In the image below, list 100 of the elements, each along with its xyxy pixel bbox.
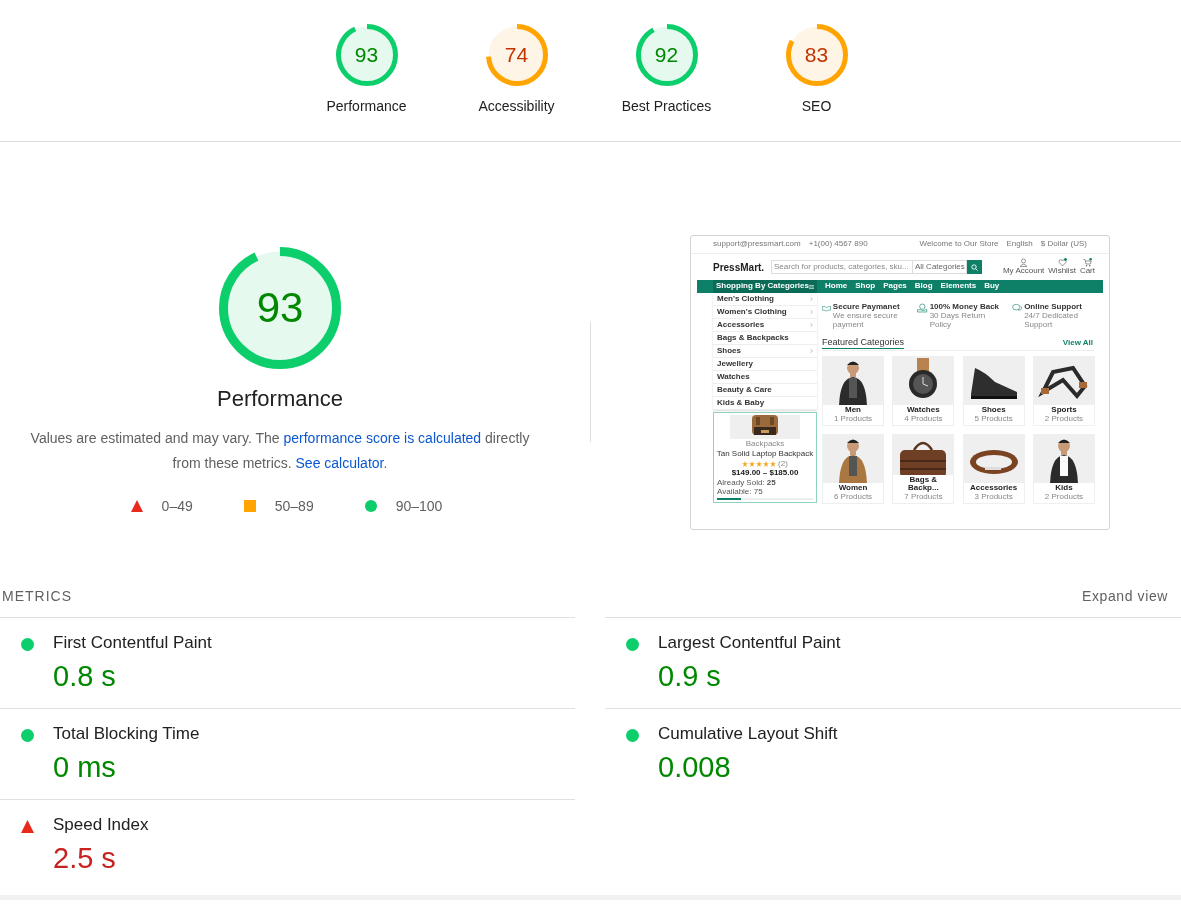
- metric-label: Largest Contentful Paint: [658, 633, 841, 653]
- contact-text: support@pressmart.com: [713, 240, 801, 249]
- category-name: Sports: [1051, 406, 1077, 416]
- category-tile[interactable]: Shoes 5 Products: [962, 356, 1025, 426]
- header-link[interactable]: Wishlist: [1048, 267, 1076, 276]
- menu-item[interactable]: Women's Clothing: [717, 307, 787, 317]
- top-link[interactable]: Welcome to Our Store: [919, 240, 999, 249]
- menu-item[interactable]: Kids & Baby: [717, 398, 765, 408]
- product-count: 2 Products: [1044, 415, 1084, 424]
- description-text: Values are estimated and may vary. The performance score is calculated directly from these metrics. See calculator.: [29, 429, 531, 473]
- search-field[interactable]: Search for products, categories, sku...: [771, 260, 913, 274]
- category-name: Shoes: [981, 406, 1006, 416]
- sold-count: Already Sold: 25: [717, 479, 776, 488]
- metric-label: Speed Index: [53, 815, 149, 835]
- category-tile[interactable]: Women 6 Products: [822, 434, 884, 504]
- metric-value: 0.9 s: [658, 660, 722, 693]
- section-heading: Featured Categories: [822, 338, 905, 349]
- user-icon: [1019, 258, 1029, 268]
- metric-label: Total Blocking Time: [53, 724, 200, 744]
- text-link[interactable]: performance score is calculated: [283, 430, 482, 446]
- nav-link[interactable]: Home: [825, 282, 848, 291]
- nav-link[interactable]: Shop: [855, 282, 876, 291]
- feature-title: Secure Paymanet: [832, 303, 901, 312]
- product-count: 3 Products: [974, 493, 1013, 502]
- category-tile[interactable]: Men 1 Products: [822, 356, 884, 426]
- menu-item[interactable]: Beauty & Care: [717, 385, 772, 395]
- heart-icon: [1057, 258, 1067, 268]
- product-price: $149.00 – $185.00: [731, 469, 799, 479]
- view-all-link[interactable]: View All: [1062, 339, 1093, 348]
- metric-value: 2.5 s: [53, 842, 117, 875]
- product-count: 5 Products: [974, 415, 1013, 424]
- score-number: 74: [504, 43, 529, 67]
- category-label[interactable]: Best Practices: [621, 98, 712, 114]
- expand-view-button[interactable]: Expand view: [1082, 587, 1168, 604]
- metric-value: 0.8 s: [53, 660, 117, 693]
- score-number: 83: [804, 43, 829, 67]
- header-link[interactable]: My Account: [1002, 267, 1045, 276]
- menu-item[interactable]: Accessories: [717, 320, 765, 330]
- product-count: 7 Products: [904, 493, 943, 502]
- product-card[interactable]: Backpacks Tan Solid Laptop Backpack (2) $149.00 – $185.00 Already Sold: 25 Available: 75: [713, 412, 817, 503]
- menu-item[interactable]: Shoes: [717, 346, 741, 356]
- menu-item[interactable]: Bags & Backpacks: [717, 333, 789, 343]
- score-number: 92: [654, 43, 679, 67]
- product-category: Backpacks: [745, 440, 785, 449]
- top-link[interactable]: $ Dollar (US): [1040, 240, 1087, 249]
- site-logo: PressMart.: [713, 261, 766, 273]
- menu-icon: [809, 284, 814, 289]
- review-count: (2): [778, 459, 788, 469]
- category-menu-button[interactable]: Shopping By Categories: [713, 280, 817, 293]
- category-tile[interactable]: Bags & Backp... 7 Products: [892, 434, 955, 504]
- header-link[interactable]: Cart: [1079, 267, 1095, 276]
- money-hand-icon: [917, 303, 928, 313]
- feature-text: 30 Days Return Policy: [929, 311, 987, 330]
- menu-item[interactable]: Men's Clothing: [717, 294, 774, 304]
- top-link[interactable]: English: [1006, 240, 1033, 249]
- category-label[interactable]: SEO: [801, 98, 832, 114]
- nav-link[interactable]: Blog: [914, 282, 933, 291]
- section-heading: METRICS: [2, 587, 72, 604]
- metric-label: Cumulative Layout Shift: [658, 724, 838, 744]
- nav-link[interactable]: Pages: [883, 282, 907, 291]
- category-tile[interactable]: Watches 4 Products: [892, 356, 955, 426]
- contact-text: +1(00) 4567 890: [808, 240, 868, 249]
- nav-link[interactable]: Buy: [984, 282, 1000, 291]
- category-tile[interactable]: Kids 2 Products: [1033, 434, 1095, 504]
- feature-text: We ensure secure payment: [832, 311, 898, 330]
- nav-link[interactable]: Elements: [940, 282, 977, 291]
- category-tile[interactable]: Accessories 3 Products: [962, 434, 1025, 504]
- product-name: Tan Solid Laptop Backpack: [716, 449, 814, 459]
- category-name: Men: [845, 406, 861, 416]
- available-count: Available: 75: [717, 488, 763, 497]
- cart-icon: [1082, 258, 1092, 268]
- category-name: Kids: [1055, 484, 1073, 494]
- feature-title: Online Support: [1024, 303, 1083, 311]
- feature-title: 100% Money Back: [929, 303, 1000, 312]
- category-name: Women: [838, 484, 868, 494]
- category-label[interactable]: Accessibility: [478, 98, 555, 114]
- category-label[interactable]: Performance: [326, 98, 407, 114]
- metric-label: First Contentful Paint: [53, 633, 212, 653]
- text-link[interactable]: See calculator: [295, 455, 384, 471]
- legend-label: 50–89: [274, 498, 314, 514]
- score-number: 93: [354, 43, 379, 67]
- category-name: Accessories: [970, 484, 1018, 494]
- category-name: Watches: [907, 406, 940, 416]
- product-count: 2 Products: [1044, 493, 1084, 502]
- product-count: 4 Products: [904, 415, 943, 424]
- metric-value: 0.008: [658, 751, 732, 784]
- search-button[interactable]: [967, 260, 982, 274]
- category-name: Bags & Backp...: [907, 475, 940, 494]
- menu-item[interactable]: Watches: [717, 372, 750, 382]
- search-icon: [971, 263, 978, 271]
- metric-value: 0 ms: [53, 751, 117, 784]
- section-title: Performance: [217, 386, 343, 412]
- score-number: 93: [256, 284, 304, 332]
- legend-label: 0–49: [161, 498, 193, 514]
- menu-item[interactable]: Jewellery: [717, 359, 754, 369]
- category-select[interactable]: All Categories: [913, 260, 967, 274]
- feature-text: 24/7 Dedicated Support: [1024, 311, 1078, 330]
- product-count: 1 Products: [833, 415, 873, 424]
- legend-label: 90–100: [395, 498, 443, 514]
- category-tile[interactable]: Sports 2 Products: [1033, 356, 1095, 426]
